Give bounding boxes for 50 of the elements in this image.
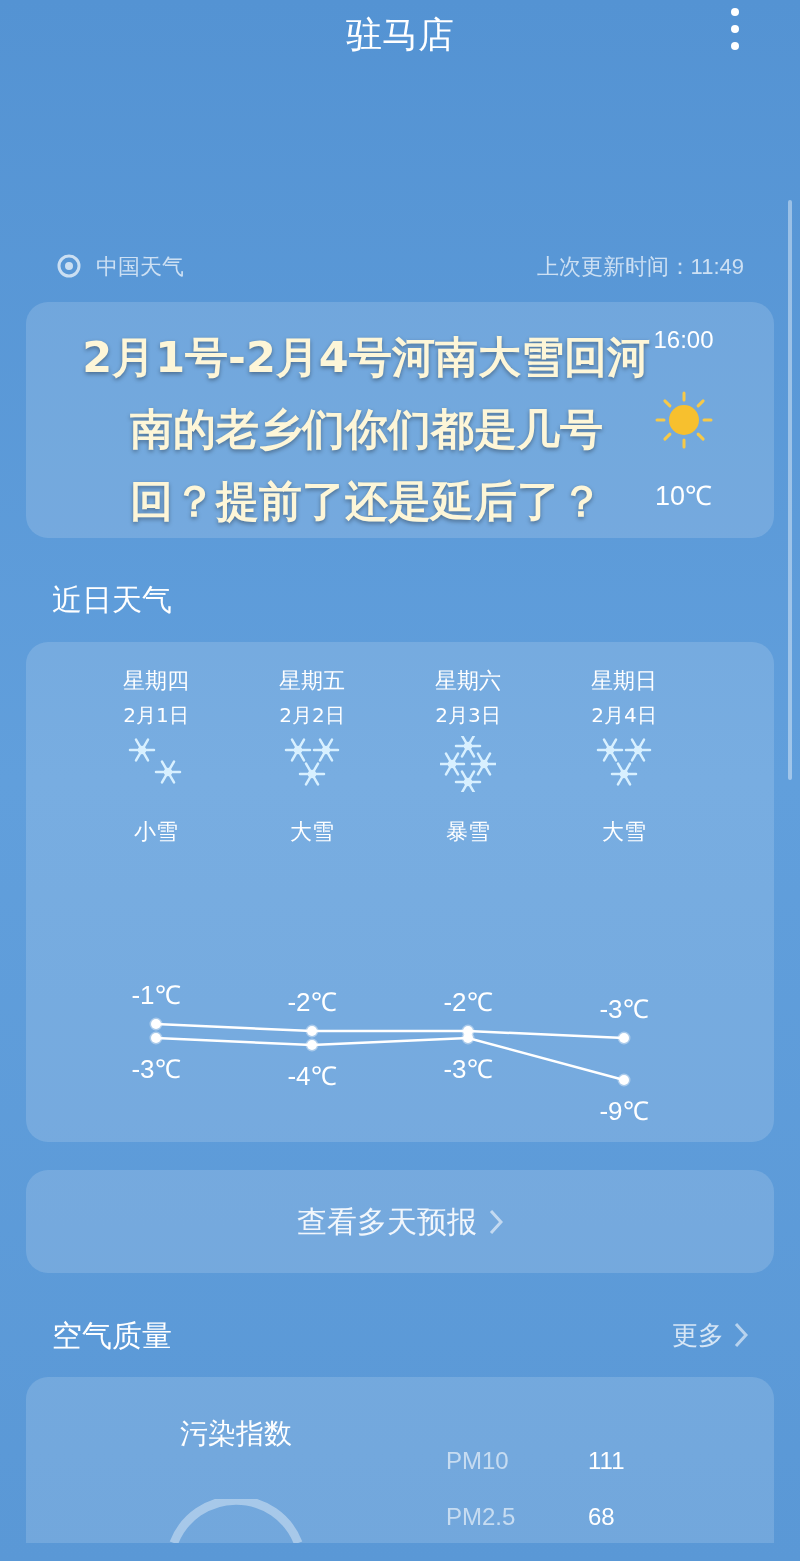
chevron-right-icon <box>734 1322 748 1348</box>
temperature-point <box>305 1024 319 1038</box>
more-link[interactable]: 更多 <box>672 1315 748 1355</box>
temperature-label: -2℃ <box>443 987 493 1017</box>
temperature-point <box>617 1031 631 1045</box>
weekday-label: 星期日 <box>591 667 657 695</box>
weekday-label: 星期六 <box>435 667 501 695</box>
temperature-label: -3℃ <box>443 1054 493 1084</box>
temperature-label: -1℃ <box>131 980 181 1010</box>
city-title: 驻马店 <box>346 13 454 57</box>
pollutant-name: PM10 <box>446 1446 510 1476</box>
section-title: 近日天气 <box>52 581 173 619</box>
pollutant-value: 68 <box>588 1502 615 1532</box>
weekday-label: 星期五 <box>279 667 345 695</box>
temperature-label: -9℃ <box>599 1096 649 1126</box>
hour-time: 16:00 <box>653 326 714 353</box>
weather-label: 小雪 <box>134 818 178 846</box>
chevron-right-icon <box>489 1208 503 1235</box>
snow-icon <box>440 736 496 792</box>
update-time: 上次更新时间：11:49 <box>536 252 744 281</box>
section-title: 空气质量 <box>52 1316 172 1355</box>
sun-icon <box>654 391 713 449</box>
temperature-point <box>617 1073 631 1087</box>
pollutant-value: 111 <box>588 1446 625 1476</box>
temperature-label: -2℃ <box>287 987 337 1017</box>
weather-label: 大雪 <box>290 818 334 846</box>
video-caption: 2月1号-2月4号河南大雪回河 <box>82 331 650 384</box>
weather-label: 大雪 <box>602 818 646 846</box>
temperature-point <box>149 1017 163 1031</box>
more-forecast-button[interactable]: 查看多天预报 <box>26 1170 774 1273</box>
weekday-label: 星期四 <box>123 667 189 695</box>
date-label: 2月3日 <box>435 702 501 729</box>
temperature-label: -4℃ <box>287 1061 337 1091</box>
temperature-point <box>305 1038 319 1052</box>
date-label: 2月2日 <box>279 702 345 729</box>
swirl-icon <box>56 253 82 279</box>
temperature-point <box>149 1031 163 1045</box>
more-menu-icon[interactable] <box>729 6 741 52</box>
temperature-label: -3℃ <box>599 994 649 1024</box>
video-caption: 回？提前了还是延后了？ <box>129 475 603 528</box>
video-caption: 南的老乡们你们都是几号 <box>129 403 603 456</box>
source-label: 中国天气 <box>96 252 184 281</box>
hour-temp: 10℃ <box>654 481 712 511</box>
temperature-label: -3℃ <box>131 1054 181 1084</box>
date-label: 2月1日 <box>123 702 189 729</box>
temperature-point <box>461 1031 475 1045</box>
pollutant-name: PM2.5 <box>446 1502 517 1532</box>
weather-label: 暴雪 <box>446 818 490 846</box>
date-label: 2月4日 <box>591 702 657 729</box>
index-label: 污染指数 <box>180 1416 292 1452</box>
